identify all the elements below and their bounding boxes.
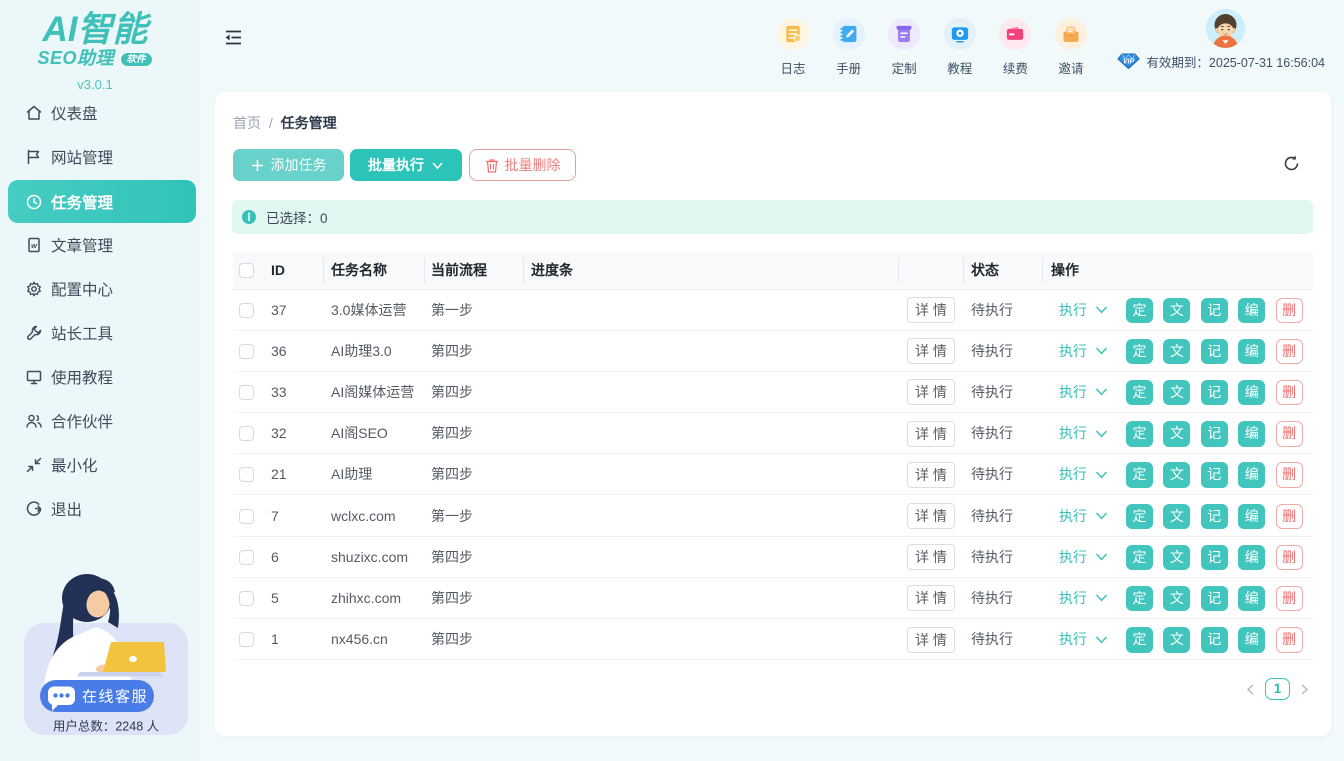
svg-text:VIP: VIP [1123,59,1135,66]
svg-text:用户总数：2248 人: 用户总数：2248 人 [53,719,160,734]
svg-text:在线客服: 在线客服 [82,689,148,706]
svg-text:w: w [31,241,38,250]
